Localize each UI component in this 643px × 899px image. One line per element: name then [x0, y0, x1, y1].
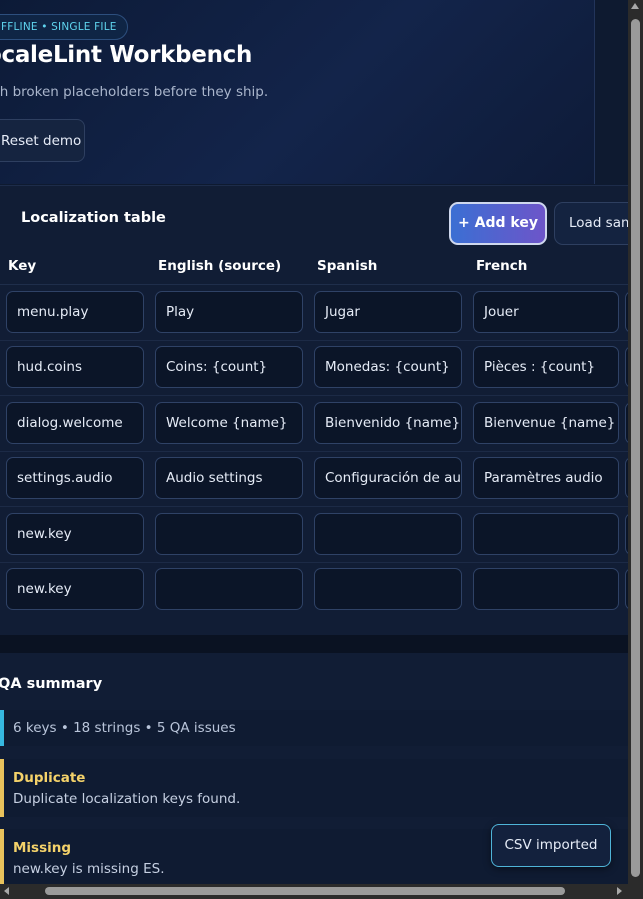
column-header-french: French: [476, 258, 528, 274]
english-input[interactable]: Audio settings: [155, 457, 303, 499]
row-divider: [0, 506, 628, 507]
table-title: Localization table: [21, 210, 166, 226]
vertical-scroll-thumb[interactable]: [631, 19, 640, 877]
load-sample-button[interactable]: Load sam: [554, 202, 628, 245]
qa-issue-duplicate: Duplicate Duplicate localization keys fo…: [0, 759, 628, 817]
french-input[interactable]: Pièces : {count}: [473, 346, 619, 388]
qa-title: QA summary: [0, 676, 103, 692]
english-input[interactable]: Welcome {name}: [155, 402, 303, 444]
header-divider: [0, 284, 628, 285]
english-input[interactable]: [155, 568, 303, 610]
row-divider: [0, 562, 628, 563]
qa-stats-line: 6 keys • 18 strings • 5 QA issues: [0, 710, 628, 746]
reset-demo-button[interactable]: Reset demo: [0, 119, 85, 162]
french-input[interactable]: Paramètres audio: [473, 457, 619, 499]
spanish-input[interactable]: [314, 513, 462, 555]
horizontal-scroll-thumb[interactable]: [45, 887, 565, 895]
spanish-input[interactable]: [314, 568, 462, 610]
row-divider: [0, 451, 628, 452]
toast-notification: CSV imported: [491, 824, 611, 867]
english-input[interactable]: Play: [155, 291, 303, 333]
key-input[interactable]: new.key: [6, 568, 144, 610]
english-input[interactable]: Coins: {count}: [155, 346, 303, 388]
app-subtitle: tch broken placeholders before they ship…: [0, 84, 269, 100]
key-input[interactable]: hud.coins: [6, 346, 144, 388]
scroll-right-arrow-icon[interactable]: [617, 887, 622, 895]
key-input[interactable]: new.key: [6, 513, 144, 555]
scroll-left-arrow-icon[interactable]: [4, 887, 9, 895]
spanish-input[interactable]: Bienvenido {name}: [314, 402, 462, 444]
key-input[interactable]: settings.audio: [6, 457, 144, 499]
add-key-button[interactable]: + Add key: [449, 202, 547, 245]
spanish-input[interactable]: Configuración de au: [314, 457, 462, 499]
french-input[interactable]: Bienvenue {name}: [473, 402, 619, 444]
column-header-key: Key: [8, 258, 37, 274]
french-input[interactable]: Jouer: [473, 291, 619, 333]
french-input[interactable]: [473, 568, 619, 610]
key-input[interactable]: menu.play: [6, 291, 144, 333]
spanish-input[interactable]: Monedas: {count}: [314, 346, 462, 388]
french-input[interactable]: [473, 513, 619, 555]
column-header-spanish: Spanish: [317, 258, 378, 274]
english-input[interactable]: [155, 513, 303, 555]
mode-badge: FFLINE • SINGLE FILE: [0, 14, 128, 40]
issue-message: Duplicate localization keys found.: [13, 791, 241, 807]
key-input[interactable]: dialog.welcome: [6, 402, 144, 444]
app-title: ocaleLint Workbench: [0, 42, 253, 68]
spanish-input[interactable]: Jugar: [314, 291, 462, 333]
app-viewport: FFLINE • SINGLE FILE ocaleLint Workbench…: [0, 0, 628, 884]
row-divider: [0, 395, 628, 396]
column-header-english: English (source): [158, 258, 282, 274]
section-divider: [0, 635, 628, 653]
scroll-up-arrow-icon[interactable]: [631, 3, 639, 9]
issue-type: Duplicate: [13, 770, 86, 786]
row-divider: [0, 340, 628, 341]
